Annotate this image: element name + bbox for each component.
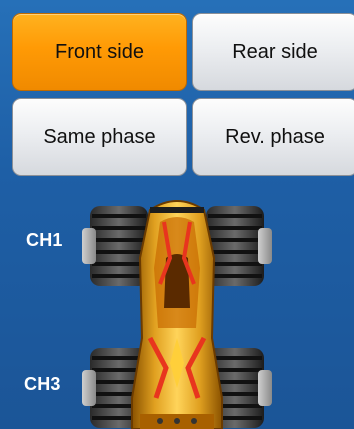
- rev-phase-button[interactable]: Rev. phase: [192, 98, 354, 176]
- front-right-tire: [206, 206, 272, 286]
- rear-side-label: Rear side: [232, 40, 318, 63]
- steering-mix-screen: Front side Rear side Same phase Rev. pha…: [0, 0, 354, 429]
- rev-phase-label: Rev. phase: [225, 125, 325, 148]
- front-side-button[interactable]: Front side: [12, 13, 187, 91]
- truck-body: [131, 200, 223, 429]
- rear-side-button[interactable]: Rear side: [192, 13, 354, 91]
- same-phase-label: Same phase: [43, 125, 156, 148]
- front-left-tire: [82, 206, 148, 286]
- same-phase-button[interactable]: Same phase: [12, 98, 187, 176]
- monster-truck-icon: [82, 200, 272, 429]
- front-side-label: Front side: [55, 40, 144, 63]
